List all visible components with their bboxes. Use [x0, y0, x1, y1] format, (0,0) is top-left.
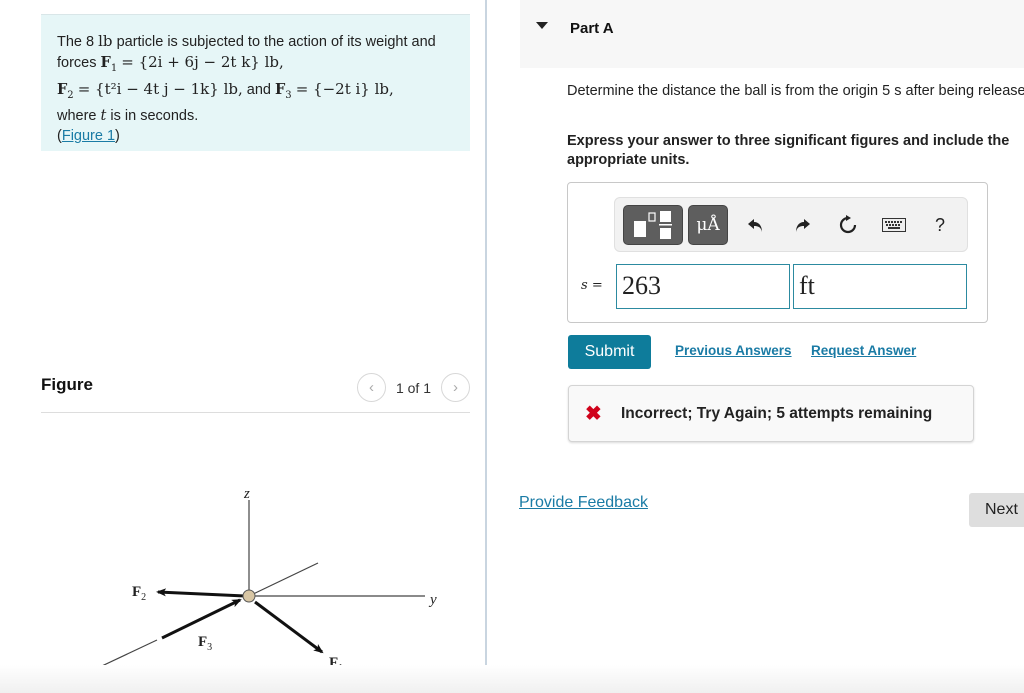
previous-answers-link[interactable]: Previous Answers: [675, 343, 792, 358]
f2-subscript: 2: [67, 89, 74, 101]
f1-diagram-label: F1: [329, 655, 343, 674]
variable-label: s =: [581, 278, 603, 293]
f2-label: F2: [57, 80, 74, 101]
templates-icon: [634, 211, 672, 239]
figure-pager: ‹ 1 of 1 ›: [356, 373, 470, 402]
redo-icon: [796, 219, 810, 232]
question-text: Determine the distance the ball is from …: [567, 83, 1024, 99]
f1-symbol: F: [100, 54, 111, 71]
problem-statement: The 8 lb particle is subjected to the ac…: [41, 14, 470, 151]
f2-subscript: 2: [141, 592, 146, 603]
time-variable: t: [100, 107, 107, 124]
caret-down-icon: [536, 22, 548, 29]
help-icon: ?: [934, 214, 945, 235]
prev-figure-button[interactable]: ‹: [356, 373, 386, 402]
undo-button[interactable]: [743, 211, 769, 239]
keyboard-icon: [882, 218, 906, 232]
pane-divider[interactable]: [485, 0, 487, 693]
next-button[interactable]: Next: [969, 493, 1024, 527]
redo-button[interactable]: [789, 211, 815, 239]
equals-sign: =: [591, 278, 603, 293]
f1-expression: = {2i + 6j − 2t k} lb,: [121, 53, 284, 71]
part-title: Part A: [570, 20, 614, 37]
answer-box: μÅ ? s = 263 ft: [567, 182, 988, 323]
z-label: z: [243, 486, 250, 502]
next-figure-button[interactable]: ›: [441, 373, 470, 402]
templates-button[interactable]: [623, 205, 683, 245]
f1-arrow: [254, 600, 324, 654]
undo-icon: [748, 219, 762, 232]
keyboard-button[interactable]: [881, 211, 907, 239]
f2-arrow: [156, 588, 246, 598]
problem-text: The 8: [57, 34, 95, 50]
incorrect-x-icon: ✖: [585, 403, 602, 425]
instruction-text: Express your answer to three significant…: [567, 133, 1010, 168]
f1-symbol: F: [329, 655, 338, 671]
help-button[interactable]: ?: [927, 211, 953, 239]
answer-value-input[interactable]: 263: [616, 264, 790, 309]
f3-subscript: 3: [285, 89, 292, 101]
problem-text: and: [246, 81, 271, 98]
weight-unit: lb: [98, 32, 113, 50]
submit-button[interactable]: Submit: [568, 335, 651, 369]
part-a-header[interactable]: Part A: [520, 0, 1024, 68]
left-pane: The 8 lb particle is subjected to the ac…: [0, 0, 486, 693]
particle: [242, 589, 256, 603]
f3-symbol: F: [198, 634, 207, 650]
f3-diagram-label: F3: [198, 634, 212, 653]
negative-x-axis: [248, 562, 319, 597]
chevron-left-icon: ‹: [368, 379, 374, 396]
f2-expression: = {t²i − 4t j − 1k} lb,: [77, 79, 243, 98]
y-label: y: [428, 592, 437, 608]
reset-button[interactable]: [835, 211, 861, 239]
request-answer-link[interactable]: Request Answer: [811, 343, 916, 358]
variable-symbol: s: [581, 278, 588, 293]
f3-symbol: F: [275, 80, 286, 98]
force-diagram: z y x F2 F3 F1: [71, 486, 437, 689]
problem-text: is in seconds.: [110, 107, 199, 124]
feedback-text: Incorrect; Try Again; 5 attempts remaini…: [621, 404, 933, 422]
figure-link[interactable]: Figure 1: [62, 128, 115, 144]
f3-label: F3: [275, 80, 292, 101]
answer-unit-input[interactable]: ft: [793, 264, 967, 309]
math-toolbar: μÅ ?: [614, 197, 968, 252]
units-button[interactable]: μÅ: [688, 205, 728, 245]
f3-subscript: 3: [207, 642, 212, 653]
f2-symbol: F: [57, 80, 68, 98]
x-axis: [86, 639, 158, 674]
figure-title: Figure: [41, 375, 93, 394]
x-label: x: [71, 673, 79, 689]
pager-text: 1 of 1: [395, 379, 431, 396]
chevron-right-icon: ›: [453, 379, 458, 396]
f2-symbol: F: [132, 584, 141, 600]
f2-diagram-label: F2: [132, 584, 146, 603]
f3-arrow: [161, 598, 242, 640]
f3-expression: = {−2t i} lb,: [295, 79, 394, 98]
provide-feedback-link[interactable]: Provide Feedback: [519, 494, 648, 512]
problem-text: where: [57, 107, 97, 124]
f1-subscript: 1: [110, 62, 118, 74]
reset-icon: [839, 215, 857, 234]
figure-header: Figure ‹ 1 of 1 ›: [41, 372, 470, 413]
f1-label: F1: [100, 54, 118, 74]
feedback-message: ✖ Incorrect; Try Again; 5 attempts remai…: [568, 385, 974, 442]
units-icon: μÅ: [696, 215, 720, 235]
f1-subscript: 1: [338, 663, 343, 674]
